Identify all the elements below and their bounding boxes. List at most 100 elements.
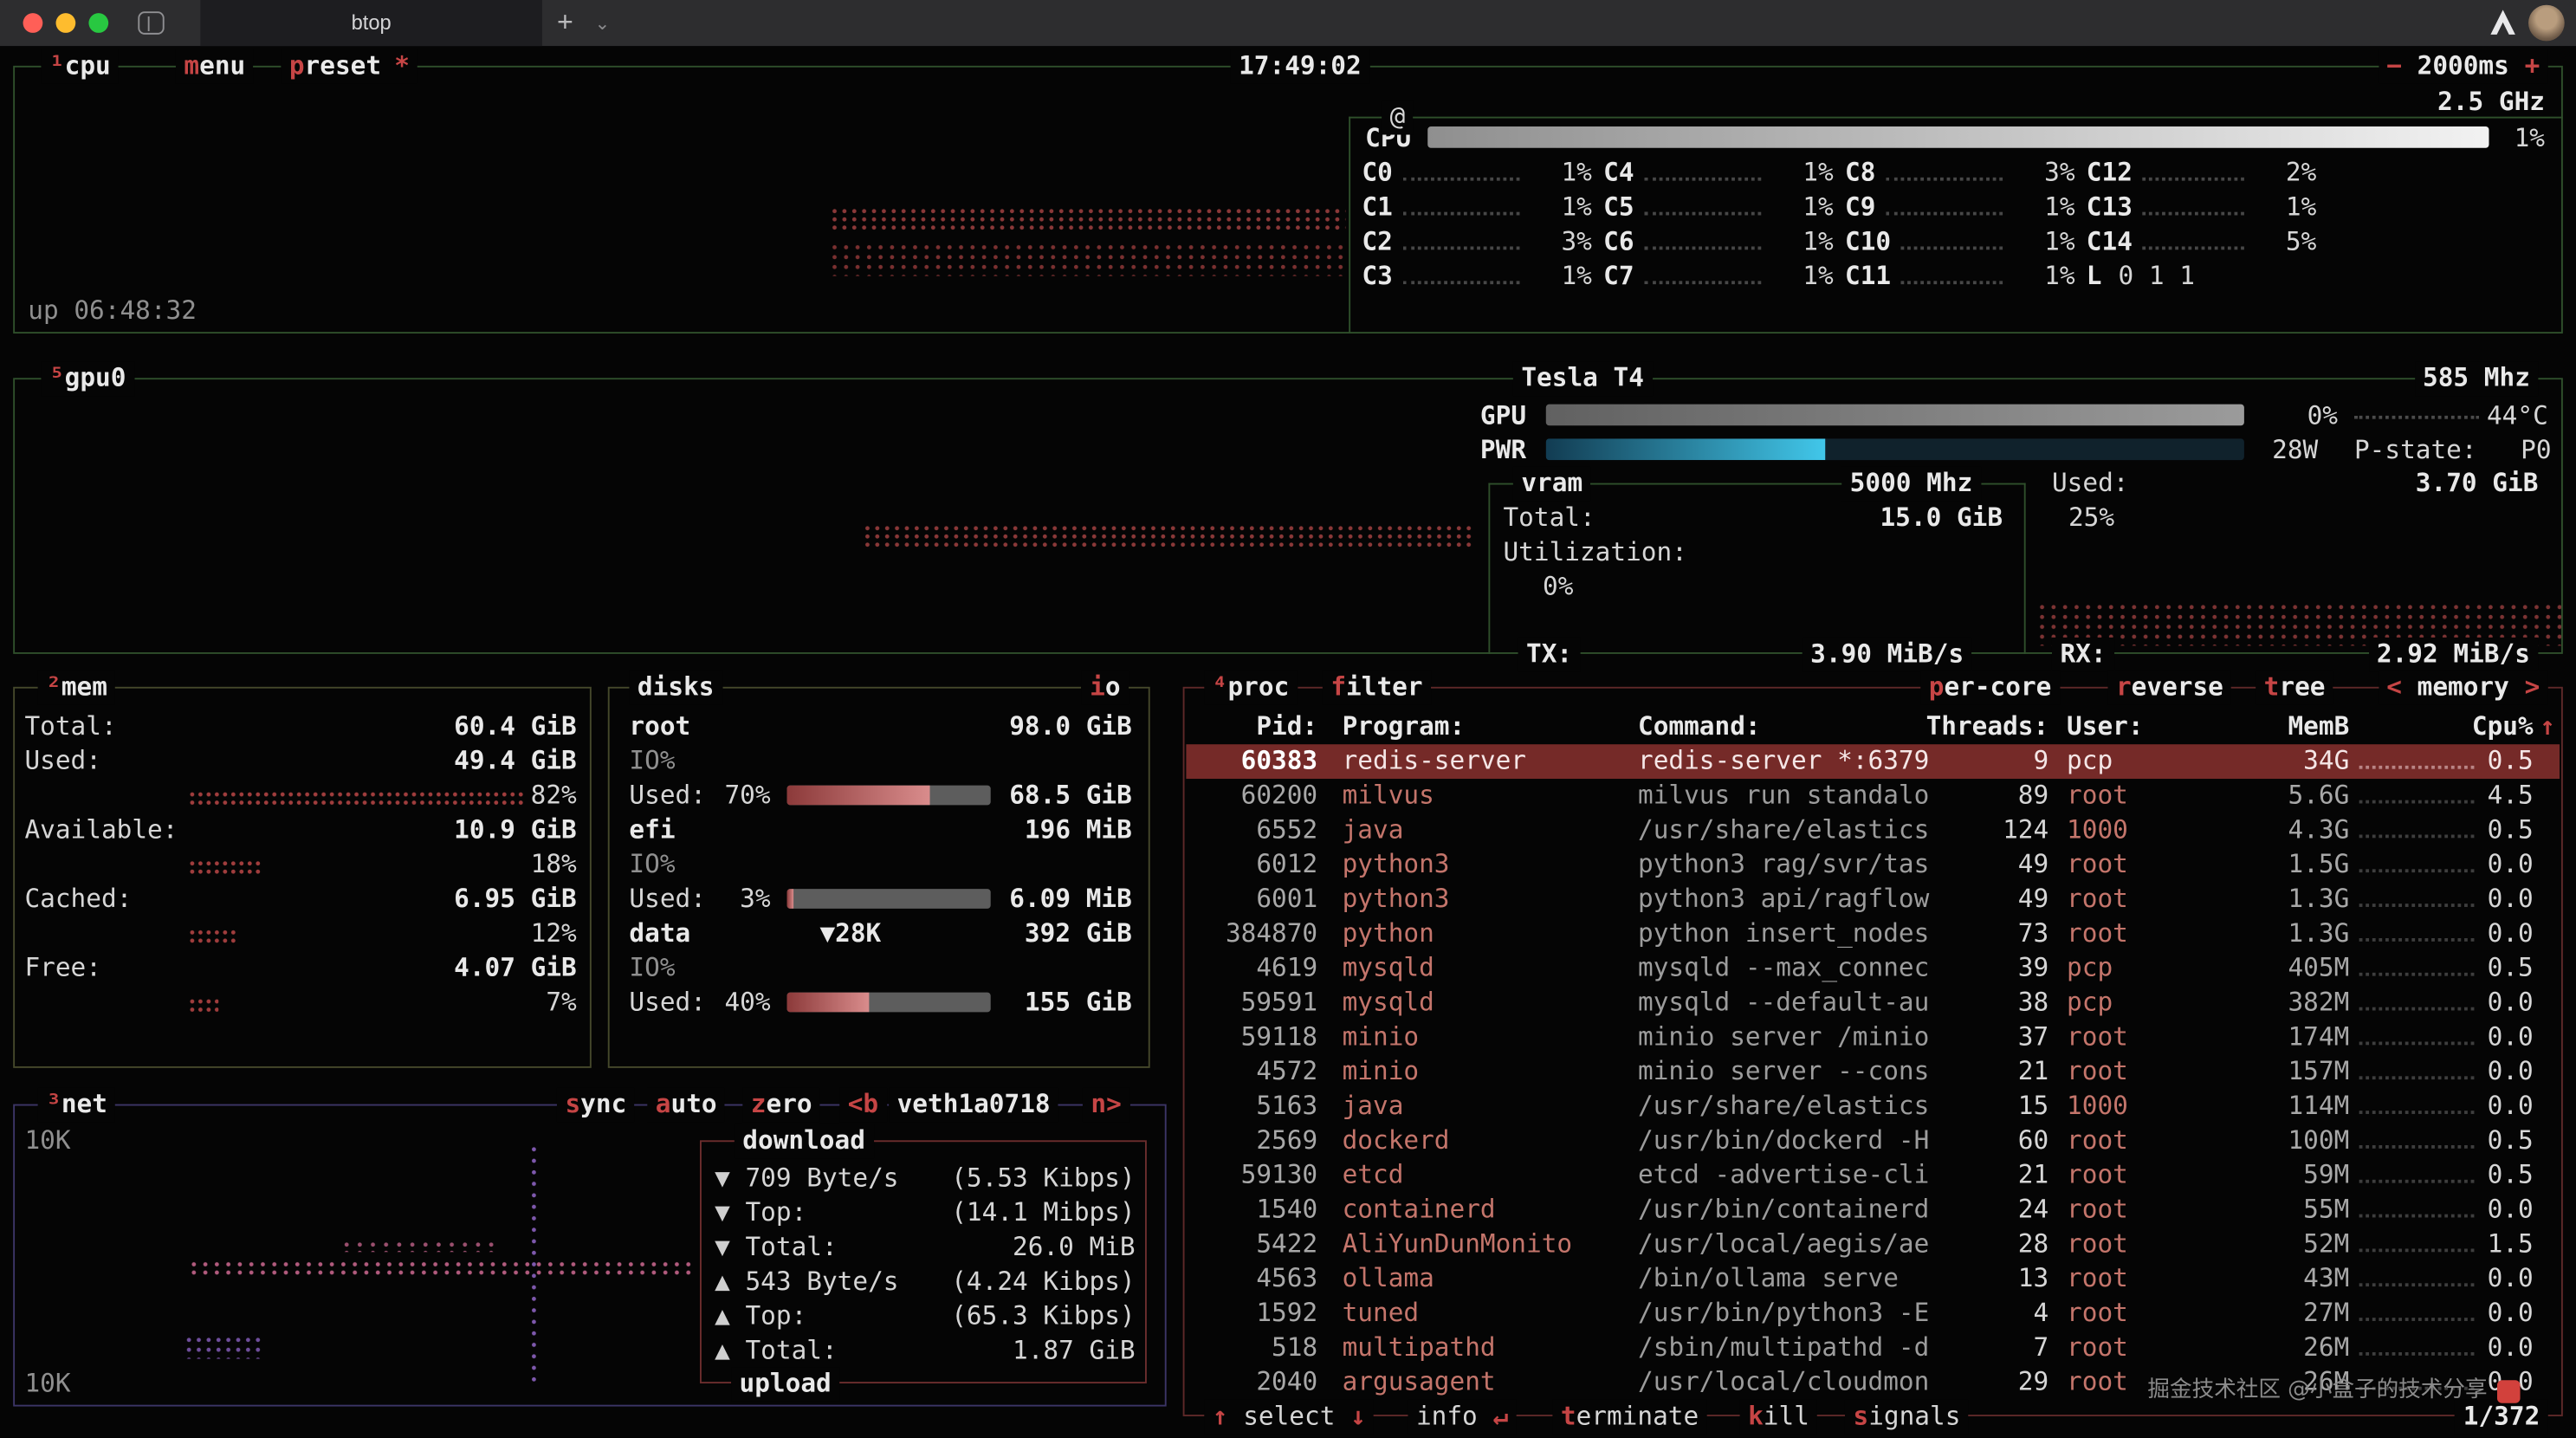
upload-arrow-icon: ▲	[715, 1266, 730, 1296]
disk-used-meter	[787, 993, 991, 1013]
col-program[interactable]: Program:	[1343, 709, 1466, 744]
gpu-box-title: ⁵gpu0	[41, 361, 133, 396]
mem-entry: Cached:6.95 GiB	[24, 883, 583, 917]
net-stat: ▼ 709 Byte/s(5.53 Kibps)	[715, 1162, 1136, 1196]
download-arrow-icon: ▼	[715, 1233, 730, 1262]
core-graph	[1402, 215, 1519, 249]
process-row[interactable]: 59591mysqldmysqld --default-au38pcp382M0…	[1186, 986, 2560, 1020]
terminate-button[interactable]: terminate	[1552, 1400, 1706, 1435]
signals-button[interactable]: signals	[1845, 1400, 1969, 1435]
core-pct: 3%	[2012, 156, 2074, 191]
process-row[interactable]: 5422AliYunDunMonito/usr/local/aegis/ae28…	[1186, 1227, 2560, 1262]
disk-io-label: IO%	[629, 951, 675, 986]
process-row[interactable]: 4619mysqldmysqld --max_connec39pcp405M0.…	[1186, 951, 2560, 986]
interval-value: 2000ms	[2417, 51, 2509, 81]
window-titlebar: btop + ⌄	[0, 0, 2576, 46]
preset-button[interactable]: preset*	[281, 49, 417, 84]
kill-button[interactable]: kill	[1740, 1400, 1818, 1435]
prev-interface-button[interactable]: <b	[839, 1088, 886, 1123]
cpu-total-pct: 1%	[2430, 121, 2545, 156]
tab-btop[interactable]: btop	[200, 0, 542, 46]
info-button[interactable]: info ↵	[1408, 1400, 1516, 1435]
menu-button[interactable]: menu	[176, 49, 254, 84]
disk-entry: data▼28K392 GiB	[629, 917, 1131, 951]
proc-header: Pid: Program: Command: Threads: User: Me…	[1186, 709, 2560, 744]
new-tab-button[interactable]: +	[557, 0, 573, 46]
process-row[interactable]: 4572miniominio server --cons21root157M0.…	[1186, 1055, 2560, 1090]
process-row[interactable]: 384870pythonpython insert_nodes73root1.3…	[1186, 917, 2560, 951]
col-threads[interactable]: Threads:	[1917, 709, 2049, 744]
core-graph	[2142, 215, 2244, 249]
core-label: C12	[2087, 156, 2133, 191]
cpu-core: C111%	[1845, 260, 2075, 295]
net-sync-button[interactable]: sync	[557, 1088, 635, 1123]
tab-dropdown-icon[interactable]: ⌄	[595, 0, 610, 46]
net-zero-button[interactable]: zero	[742, 1088, 820, 1123]
process-row[interactable]: 2569dockerd/usr/bin/dockerd -H60root100M…	[1186, 1124, 2560, 1158]
close-button[interactable]	[23, 13, 43, 33]
col-pid[interactable]: Pid:	[1186, 709, 1317, 744]
process-row[interactable]: 59130etcdetcd -advertise-cli21root59M0.5	[1186, 1158, 2560, 1193]
process-row[interactable]: 60200milvusmilvus run standalo89root5.6G…	[1186, 779, 2560, 813]
reverse-toggle[interactable]: reverse	[2107, 670, 2231, 705]
process-row[interactable]: 4563ollama/bin/ollama serve13root43M0.0	[1186, 1262, 2560, 1297]
gpu-usage-graph	[864, 524, 1472, 548]
col-user[interactable]: User:	[2067, 709, 2144, 744]
col-cpu[interactable]: Cpu%	[2468, 709, 2534, 744]
update-interval: − 2000ms +	[2379, 49, 2548, 84]
mem-box: ²mem Total:60.4 GiBUsed:49.4 GiB82%Avail…	[13, 687, 592, 1068]
interval-decrease-button[interactable]: −	[2386, 51, 2402, 81]
process-row[interactable]: 5163java/usr/share/elastics151000114M0.0	[1186, 1090, 2560, 1124]
process-row[interactable]: 60383redis-serverredis-server *:63799pcp…	[1186, 744, 2560, 779]
process-row[interactable]: 59118miniominio server /minio37root174M0…	[1186, 1020, 2560, 1055]
col-command[interactable]: Command:	[1638, 709, 1761, 744]
io-mode-toggle[interactable]: io	[1082, 670, 1129, 705]
clock: 17:49:02	[1231, 49, 1370, 84]
core-graph	[1644, 215, 1761, 249]
net-stat: ▼ Top:(14.1 Mibps)	[715, 1196, 1136, 1231]
core-graph	[1900, 249, 2003, 284]
percore-toggle[interactable]: per-core	[1920, 670, 2060, 705]
process-row[interactable]: 6552java/usr/share/elastics12410004.3G0.…	[1186, 813, 2560, 848]
core-label: C14	[2087, 225, 2133, 260]
core-label: C5	[1603, 191, 1634, 225]
sort-selector[interactable]: < memory >	[2379, 670, 2548, 705]
filter-button[interactable]: filter	[1323, 670, 1431, 705]
cpu-box-title: ¹cpu	[41, 49, 119, 84]
core-pct: 1%	[2012, 191, 2074, 225]
mem-meter	[189, 790, 526, 805]
minimize-button[interactable]	[55, 13, 75, 33]
net-auto-button[interactable]: auto	[647, 1088, 725, 1123]
core-graph	[1402, 146, 1519, 181]
gpu-tx-label: TX:	[1518, 638, 1581, 672]
cpu-core: C71%	[1603, 260, 1834, 295]
core-label: C8	[1845, 156, 1875, 191]
upload-arrow-icon: ▲	[715, 1336, 730, 1365]
uptime: up 06:48:32	[28, 295, 197, 329]
tree-toggle[interactable]: tree	[2256, 670, 2333, 705]
maximize-button[interactable]	[88, 13, 108, 33]
process-row[interactable]: 6001python3python3 api/ragflow49root1.3G…	[1186, 883, 2560, 917]
vram-title: vram	[1513, 467, 1591, 502]
process-row[interactable]: 518multipathd/sbin/multipathd -d7root26M…	[1186, 1331, 2560, 1365]
core-pct: 0 1 1	[2118, 260, 2316, 295]
next-interface-button[interactable]: n>	[1083, 1088, 1129, 1123]
disk-io-activity: ▼28K	[819, 917, 881, 951]
select-controls[interactable]: ↑ select ↓	[1204, 1400, 1374, 1435]
gpu-temperature: 44°C	[2456, 399, 2548, 434]
gpu-usage-pct: 0%	[2272, 399, 2338, 434]
process-row[interactable]: 1540containerd/usr/bin/containerd24root5…	[1186, 1193, 2560, 1227]
core-label: C11	[1845, 260, 1891, 295]
gpu-usage-meter	[1546, 405, 2244, 426]
avatar[interactable]	[2528, 5, 2565, 42]
disks-box: disks io root98.0 GiBIO%Used:70%68.5 GiB…	[608, 687, 1150, 1068]
sidebar-toggle-icon[interactable]	[138, 11, 164, 35]
cpu-usage-graph	[832, 243, 1346, 276]
core-graph	[1644, 146, 1761, 181]
core-label: C10	[1845, 225, 1891, 260]
process-row[interactable]: 1592tuned/usr/bin/python3 -E4root27M0.0	[1186, 1296, 2560, 1331]
interval-increase-button[interactable]: +	[2525, 51, 2540, 81]
watermark: 掘金技术社区 @小盒子的技术分享	[2147, 1374, 2520, 1409]
col-mem[interactable]: MemB	[2185, 709, 2350, 744]
process-row[interactable]: 6012python3python3 rag/svr/tas49root1.5G…	[1186, 848, 2560, 883]
